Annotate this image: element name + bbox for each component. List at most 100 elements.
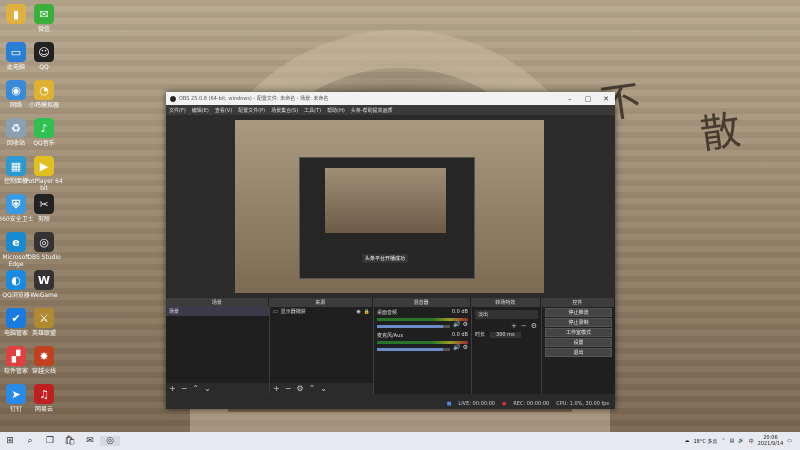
stop-streaming-button[interactable]: 停止推流 xyxy=(545,308,612,317)
add-transition-button[interactable]: + xyxy=(511,322,517,330)
menu-help[interactable]: 帮助(H) xyxy=(327,107,345,114)
crossfire-icon: ✸ xyxy=(34,346,54,366)
controls-dock-title: 控件 xyxy=(541,298,615,307)
remove-source-button[interactable]: − xyxy=(285,384,292,393)
desktop-icon[interactable]: ◔ 小鸡模拟器 xyxy=(24,80,64,109)
move-up-button[interactable]: ⌃ xyxy=(309,384,316,393)
volume-slider[interactable] xyxy=(377,347,451,351)
qq-music-icon: ♪ xyxy=(34,118,54,138)
settings-button[interactable]: 设置 xyxy=(545,338,612,347)
add-scene-button[interactable]: + xyxy=(169,384,176,393)
obs-titlebar[interactable]: OBS 25.0.8 (64-bit, windows) - 配置文件: 未命名… xyxy=(166,92,615,105)
obs-taskbar-icon[interactable]: ◎ xyxy=(100,436,120,446)
obs-statusbar: ■ LIVE: 00:00:00 ● REC: 00:00:00 CPU: 1.… xyxy=(166,398,615,409)
window-title: OBS 25.0.8 (64-bit, windows) - 配置文件: 未命名… xyxy=(179,96,329,102)
source-item[interactable]: ▭ 显示器捕获 ◉ 🔒 xyxy=(270,307,373,316)
cpu-fps: CPU: 1.0%, 30.00 fps xyxy=(556,400,609,407)
folder-icon: ▮ xyxy=(6,4,26,24)
transitions-dock-title: 转场特效 xyxy=(471,298,541,307)
obs-window: OBS 25.0.8 (64-bit, windows) - 配置文件: 未命名… xyxy=(166,92,615,409)
add-source-button[interactable]: + xyxy=(273,384,280,393)
minimize-button[interactable]: – xyxy=(561,95,579,103)
mixer-dock-title: 混音器 xyxy=(373,298,471,307)
start-button[interactable]: ⊞ xyxy=(0,436,20,446)
edge-icon: e xyxy=(6,232,26,252)
desktop-icon-label: 英雄联盟 xyxy=(31,330,56,337)
desktop-icon-label: QQ xyxy=(39,64,49,71)
emulator-icon: ◔ xyxy=(34,80,54,100)
gear-icon[interactable]: ⚙ xyxy=(463,321,468,328)
remove-scene-button[interactable]: − xyxy=(181,384,188,393)
clock[interactable]: 20:06 2021/9/14 xyxy=(758,435,784,447)
close-button[interactable]: ✕ xyxy=(597,95,615,103)
menu-scene-collection[interactable]: 场景集合(S) xyxy=(271,107,298,114)
security-icon: ⛨ xyxy=(6,194,26,214)
speaker-icon[interactable]: 🔊 xyxy=(453,321,460,328)
scenes-dock-title: 场景 xyxy=(166,298,269,307)
jianying-icon: ✂ xyxy=(34,194,54,214)
move-up-button[interactable]: ⌃ xyxy=(192,384,199,393)
gear-icon[interactable]: ⚙ xyxy=(463,344,468,351)
source-settings-gear-icon[interactable]: ⚙ xyxy=(296,384,303,393)
visibility-eye-icon[interactable]: ◉ xyxy=(356,309,360,315)
lock-icon[interactable]: 🔒 xyxy=(364,309,370,315)
duration-input[interactable]: 300 ms xyxy=(490,331,521,338)
software-manager-icon: ▞ xyxy=(6,346,26,366)
notification-icon[interactable]: ▭ xyxy=(787,438,792,444)
taskbar: ⊞ ⌕ ❐ 🛍 ✉ ◎ ☁ 18°C 多云 ⌃ ▤ 🔊 中 20:06 2021… xyxy=(0,432,800,450)
scenes-dock: 场景 + − ⌃ ⌄ xyxy=(166,307,270,394)
dingtalk-icon: ➤ xyxy=(6,384,26,404)
menu-tools[interactable]: 工具(T) xyxy=(304,107,321,114)
move-down-button[interactable]: ⌄ xyxy=(204,384,211,393)
weather-text[interactable]: 18°C 多云 xyxy=(693,438,717,445)
desktop-icon[interactable]: ▶ PotPlayer 64 bit xyxy=(24,156,64,192)
desktop-icon[interactable]: ⚔ 英雄联盟 xyxy=(24,308,64,337)
menu-view[interactable]: 查看(V) xyxy=(215,107,232,114)
live-time: LIVE: 00:00:00 xyxy=(458,400,495,407)
mail-icon[interactable]: ✉ xyxy=(80,436,100,446)
desktop-icon[interactable]: ✂ 剪映 xyxy=(24,194,64,223)
task-view-icon[interactable]: ❐ xyxy=(40,436,60,446)
volume-fill xyxy=(377,324,443,328)
desktop-icon-label: WeGame xyxy=(30,292,58,299)
sources-dock: ▭ 显示器捕获 ◉ 🔒 + − ⚙ ⌃ ⌄ xyxy=(270,307,374,394)
track-name: 桌面音频 xyxy=(377,310,398,316)
pc-manager-icon: ✔ xyxy=(6,308,26,328)
desktop-icon-label: 微信 xyxy=(37,26,50,33)
tray-chevron-icon[interactable]: ⌃ xyxy=(721,438,725,444)
source-label: 显示器捕获 xyxy=(280,309,306,315)
volume-tray-icon[interactable]: 🔊 xyxy=(738,438,744,444)
desktop-icon[interactable]: ✉ 微信 xyxy=(24,4,64,33)
sources-footer: + − ⚙ ⌃ ⌄ xyxy=(270,383,373,394)
transition-select[interactable]: 淡出 xyxy=(475,310,538,319)
desktop-icon-label: 网易云 xyxy=(34,406,53,413)
stream-preview[interactable]: 头条平台开播成功 xyxy=(235,120,544,293)
desktop-icon[interactable]: ◎ OBS Studio xyxy=(24,232,64,261)
ime-icon[interactable]: 中 xyxy=(749,438,754,445)
scene-item[interactable]: 场景 xyxy=(166,307,269,316)
search-icon[interactable]: ⌕ xyxy=(20,436,40,446)
potplayer-icon: ▶ xyxy=(34,156,54,176)
menu-file[interactable]: 文件(F) xyxy=(169,107,186,114)
audio-meter xyxy=(377,341,468,344)
menu-edit[interactable]: 编辑(E) xyxy=(192,107,209,114)
studio-mode-button[interactable]: 工作室模式 xyxy=(545,328,612,337)
desktop-icon-label: 穿越火线 xyxy=(31,368,56,375)
network-tray-icon[interactable]: ▤ xyxy=(730,438,735,444)
move-down-button[interactable]: ⌄ xyxy=(320,384,327,393)
exit-button[interactable]: 退出 xyxy=(545,348,612,357)
remove-transition-button[interactable]: − xyxy=(521,322,527,330)
maximize-button[interactable]: ▢ xyxy=(579,95,597,103)
desktop-icon[interactable]: W WeGame xyxy=(24,270,64,299)
stop-recording-button[interactable]: 停止录制 xyxy=(545,318,612,327)
speaker-icon[interactable]: 🔊 xyxy=(453,344,460,351)
desktop-icon[interactable]: ✸ 穿越火线 xyxy=(24,346,64,375)
desktop-icon[interactable]: ♫ 网易云 xyxy=(24,384,64,413)
transition-settings-gear-icon[interactable]: ⚙ xyxy=(531,322,537,330)
desktop-icon[interactable]: ♪ QQ音乐 xyxy=(24,118,64,147)
menu-toutiao[interactable]: 头条-帮助提高画质 xyxy=(351,107,393,114)
desktop-icon[interactable]: ☺ QQ xyxy=(24,42,64,71)
store-icon[interactable]: 🛍 xyxy=(60,436,80,446)
menu-profile[interactable]: 配置文件(P) xyxy=(238,107,265,114)
volume-slider[interactable] xyxy=(377,324,451,328)
